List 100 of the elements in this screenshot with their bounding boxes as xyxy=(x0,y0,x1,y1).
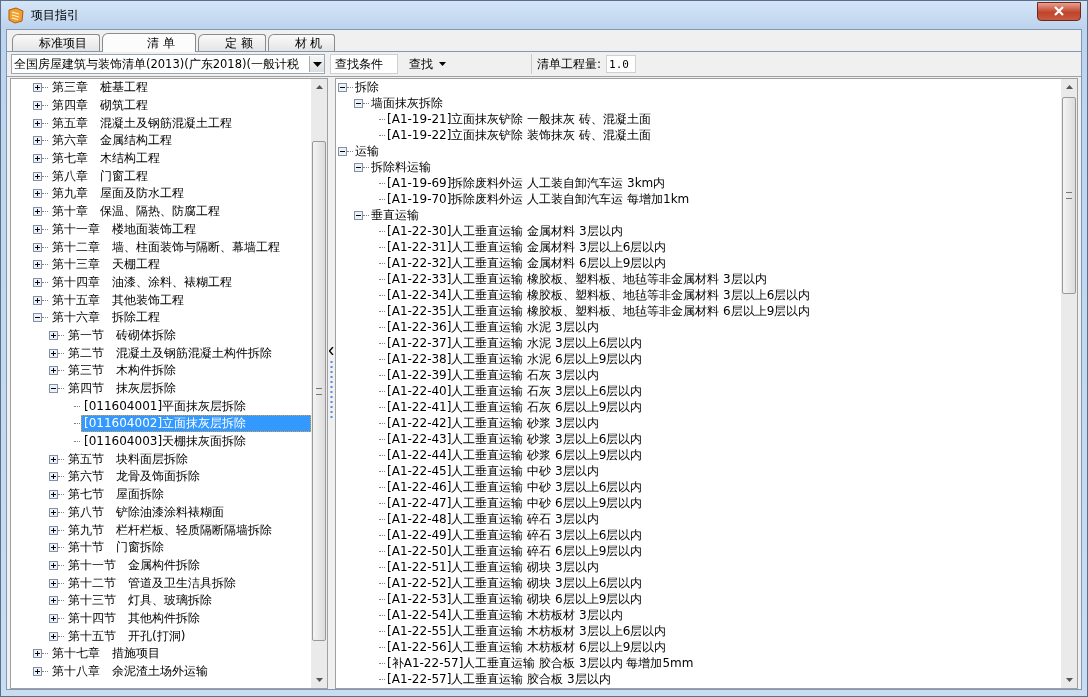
expander-icon[interactable] xyxy=(49,578,58,588)
tree-item[interactable]: [A1-19-21]立面抹灰铲除 一般抹灰 砖、混凝土面 xyxy=(386,111,653,127)
expander-icon[interactable] xyxy=(33,207,42,217)
expander-icon[interactable] xyxy=(338,146,347,156)
expander-icon[interactable] xyxy=(33,224,42,234)
tree-item[interactable]: [A1-22-43]人工垂直运输 砂浆 3层以上6层以内 xyxy=(386,431,644,447)
expander-icon[interactable] xyxy=(33,649,42,659)
tree-item[interactable]: 第五章 混凝土及钢筋混凝土工程 xyxy=(49,114,311,132)
expander-icon[interactable] xyxy=(354,162,363,172)
scrollbar[interactable] xyxy=(1061,79,1077,688)
tree-item[interactable]: 第二节 混凝土及钢筋混凝土构件拆除 xyxy=(65,344,311,362)
tree-item[interactable]: 拆除料运输 xyxy=(370,159,432,175)
tree-item[interactable]: 第十四章 油漆、涂料、裱糊工程 xyxy=(49,273,311,291)
expander-icon[interactable] xyxy=(49,525,58,535)
tree-item[interactable]: [A1-19-69]拆除废料外运 人工装自卸汽车运 3km内 xyxy=(386,175,667,191)
scrollbar[interactable] xyxy=(311,79,327,688)
expander-icon[interactable] xyxy=(49,560,58,570)
search-condition-field[interactable]: 查找条件 xyxy=(330,54,398,74)
tree-item[interactable]: 第四节 抹灰层拆除 xyxy=(65,380,311,398)
tree-item[interactable]: [A1-22-31]人工垂直运输 金属材料 3层以上6层以内 xyxy=(386,239,668,255)
tree-item[interactable]: 第七章 木结构工程 xyxy=(49,150,311,168)
tree-item[interactable]: 垂直运输 xyxy=(370,207,420,223)
tree-item[interactable]: [A1-22-40]人工垂直运输 石灰 3层以上6层以内 xyxy=(386,383,644,399)
tree-item[interactable]: [A1-22-47]人工垂直运输 中砂 6层以上9层以内 xyxy=(386,495,644,511)
tree-item[interactable]: 第七节 屋面拆除 xyxy=(65,486,311,504)
expander-icon[interactable] xyxy=(49,631,58,641)
expander-icon[interactable] xyxy=(33,242,42,252)
tree-item[interactable]: [A1-22-36]人工垂直运输 水泥 3层以内 xyxy=(386,319,600,335)
tree-item[interactable]: [补A1-22-57]人工垂直运输 胶合板 3层以内 每增加5mm xyxy=(386,655,695,671)
tree-item[interactable]: 第十五节 开孔(打洞) xyxy=(65,627,311,645)
expander-icon[interactable] xyxy=(33,260,42,270)
expander-icon[interactable] xyxy=(49,366,58,376)
expander-icon[interactable] xyxy=(354,210,363,220)
tree-item[interactable]: [A1-22-46]人工垂直运输 中砂 3层以上6层以内 xyxy=(386,479,644,495)
tab[interactable]: 标准项目 xyxy=(12,34,100,51)
tree-item[interactable]: 第十二节 管道及卫生洁具拆除 xyxy=(65,574,311,592)
tab[interactable]: 定 额 xyxy=(197,34,266,51)
tree-item[interactable]: [A1-19-22]立面抹灰铲除 装饰抹灰 砖、混凝土面 xyxy=(386,127,653,143)
tree-item[interactable]: 运输 xyxy=(354,143,380,159)
expander-icon[interactable] xyxy=(33,313,42,323)
tree-item[interactable]: 第三节 木构件拆除 xyxy=(65,362,311,380)
tree-item[interactable]: [A1-22-57]人工垂直运输 胶合板 3层以内 xyxy=(386,671,612,687)
expander-icon[interactable] xyxy=(49,543,58,553)
tab[interactable]: 清 单 xyxy=(102,33,196,52)
tree-item[interactable]: [A1-22-37]人工垂直运输 水泥 3层以上6层以内 xyxy=(386,335,644,351)
tree-item[interactable]: 墙面抹灰拆除 xyxy=(370,95,444,111)
tree-item[interactable]: 第六节 龙骨及饰面拆除 xyxy=(65,468,311,486)
quantity-field[interactable]: 1.0 xyxy=(606,55,637,73)
scrollbar-thumb[interactable] xyxy=(1062,97,1076,294)
tree-item[interactable]: [011604003]天棚抹灰面拆除 xyxy=(81,433,311,451)
tree-item[interactable]: [A1-22-49]人工垂直运输 碎石 3层以上6层以内 xyxy=(386,527,644,543)
tree-item[interactable]: [A1-22-56]人工垂直运输 木枋板材 6层以上9层以内 xyxy=(386,639,668,655)
tree-item[interactable]: 第六章 金属结构工程 xyxy=(49,132,311,150)
expander-icon[interactable] xyxy=(49,507,58,517)
expander-icon[interactable] xyxy=(33,83,42,93)
tree-item[interactable]: 拆除 xyxy=(354,79,380,95)
expander-icon[interactable] xyxy=(33,171,42,181)
expander-icon[interactable] xyxy=(49,490,58,500)
tree-item[interactable]: [A1-22-32]人工垂直运输 金属材料 6层以上9层以内 xyxy=(386,255,668,271)
tree-item[interactable]: [A1-22-39]人工垂直运输 石灰 3层以内 xyxy=(386,367,600,383)
tree-item[interactable]: 第十节 门窗拆除 xyxy=(65,539,311,557)
tree-item[interactable]: 第八章 门窗工程 xyxy=(49,167,311,185)
expander-icon[interactable] xyxy=(354,98,363,108)
tree-item[interactable]: 第九章 屋面及防水工程 xyxy=(49,185,311,203)
tree-item[interactable]: 第八节 铲除油漆涂料裱糊面 xyxy=(65,503,311,521)
tree-item[interactable]: [A1-22-54]人工垂直运输 木枋板材 3层以内 xyxy=(386,607,624,623)
expander-icon[interactable] xyxy=(49,613,58,623)
tree-item[interactable]: [A1-22-44]人工垂直运输 砂浆 6层以上9层以内 xyxy=(386,447,644,463)
tree-item[interactable]: 第十七章 措施项目 xyxy=(49,645,311,663)
tree-item[interactable]: 第九节 栏杆栏板、轻质隔断隔墙拆除 xyxy=(65,521,311,539)
tree-item[interactable]: [A1-22-45]人工垂直运输 中砂 3层以内 xyxy=(386,463,600,479)
expander-icon[interactable] xyxy=(33,118,42,128)
tab[interactable]: 材 机 xyxy=(267,34,336,51)
tree-item[interactable]: [A1-22-35]人工垂直运输 橡胶板、塑料板、地毡等非金属材料 6层以上9层以内 xyxy=(386,303,812,319)
tree-item[interactable]: [A1-22-48]人工垂直运输 碎石 3层以内 xyxy=(386,511,600,527)
tree-item[interactable]: 第十五章 其他装饰工程 xyxy=(49,291,311,309)
tree-item[interactable]: [A1-22-42]人工垂直运输 砂浆 3层以内 xyxy=(386,415,600,431)
expander-icon[interactable] xyxy=(33,277,42,287)
tree-item[interactable]: [A1-22-41]人工垂直运输 石灰 6层以上9层以内 xyxy=(386,399,644,415)
tree-item[interactable]: 第十八章 余泥渣土场外运输 xyxy=(49,663,311,681)
tree-item[interactable]: [A1-22-52]人工垂直运输 砌块 3层以上6层以内 xyxy=(386,575,644,591)
expander-icon[interactable] xyxy=(49,596,58,606)
tree-item[interactable]: 第十四节 其他构件拆除 xyxy=(65,609,311,627)
tree-item[interactable]: 第四章 砌筑工程 xyxy=(49,97,311,115)
tree-item[interactable]: 第十二章 墙、柱面装饰与隔断、幕墙工程 xyxy=(49,238,311,256)
tree-item[interactable]: [A1-19-70]拆除废料外运 人工装自卸汽车运 每增加1km xyxy=(386,191,691,207)
expander-icon[interactable] xyxy=(338,82,347,92)
tree-item[interactable]: 第一节 砖砌体拆除 xyxy=(65,326,311,344)
expander-icon[interactable] xyxy=(33,101,42,111)
tree-item[interactable]: 第五节 块料面层拆除 xyxy=(65,450,311,468)
expander-icon[interactable] xyxy=(49,330,58,340)
close-button[interactable] xyxy=(1037,1,1081,21)
expander-icon[interactable] xyxy=(49,472,58,482)
tree-item[interactable]: [A1-22-50]人工垂直运输 碎石 6层以上9层以内 xyxy=(386,543,644,559)
scrollbar-thumb[interactable] xyxy=(312,141,326,641)
expander-icon[interactable] xyxy=(33,295,42,305)
tree-item[interactable]: [011604001]平面抹灰层拆除 xyxy=(81,397,311,415)
tree-item[interactable]: [A1-22-33]人工垂直运输 橡胶板、塑料板、地毡等非金属材料 3层以内 xyxy=(386,271,768,287)
expander-icon[interactable] xyxy=(33,667,42,677)
tree-item[interactable]: [A1-22-34]人工垂直运输 橡胶板、塑料板、地毡等非金属材料 3层以上6层以内 xyxy=(386,287,812,303)
